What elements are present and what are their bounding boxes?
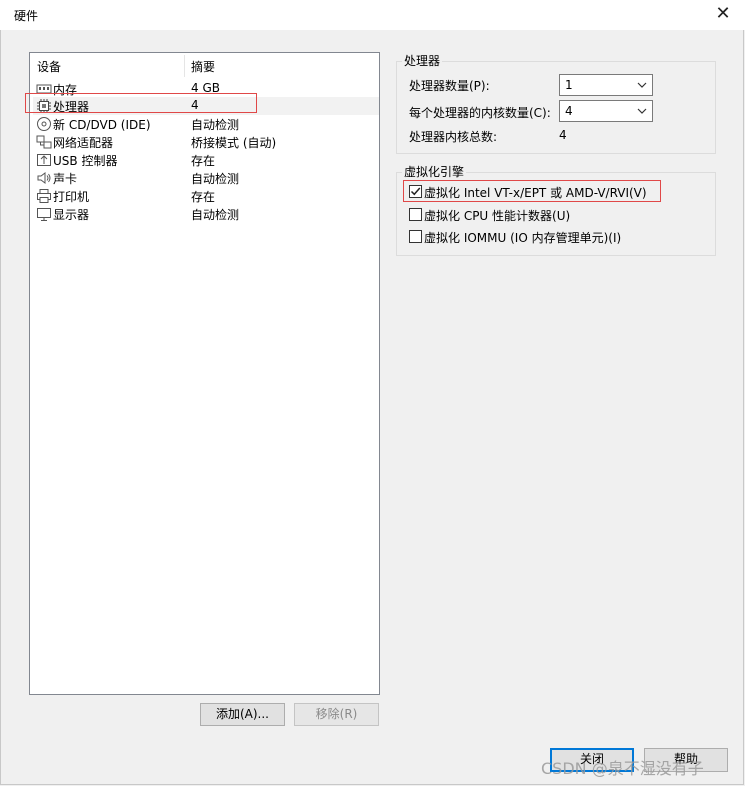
window-title: 硬件 [14, 9, 39, 23]
chevron-down-icon [637, 82, 647, 88]
column-separator[interactable] [184, 55, 185, 77]
cd-dvd-icon [37, 117, 51, 131]
total-cores-value: 4 [559, 128, 567, 142]
device-summary: 4 [191, 98, 199, 112]
device-summary: 4 GB [191, 81, 220, 95]
column-header-summary[interactable]: 摘要 [191, 53, 215, 77]
device-summary: 存在 [191, 190, 216, 204]
virtualize-cpu-counters-label: 虚拟化 CPU 性能计数器(U) [424, 209, 571, 223]
network-adapter-icon [36, 135, 52, 149]
device-summary: 自动检测 [191, 208, 240, 222]
device-row-sound-card[interactable]: 声卡 自动检测 [33, 169, 379, 187]
device-name: 处理器 [53, 100, 90, 114]
display-icon [37, 208, 51, 221]
close-window-icon[interactable]: ✕ [709, 2, 737, 28]
device-row-cd-dvd[interactable]: 新 CD/DVD (IDE) 自动检测 [33, 115, 379, 133]
device-list[interactable]: 设备 摘要 内存 4 GB 处理器 4 新 CD/DVD (IDE) 自动检测 [29, 52, 380, 695]
printer-icon [37, 189, 51, 203]
device-row-processor[interactable]: 处理器 4 [33, 97, 379, 115]
column-header-device[interactable]: 设备 [37, 53, 61, 77]
virtualize-vtx-label: 虚拟化 Intel VT-x/EPT 或 AMD-V/RVI(V) [424, 186, 647, 200]
device-row-printer[interactable]: 打印机 存在 [33, 187, 379, 205]
device-name: 声卡 [53, 172, 78, 186]
processor-count-value: 1 [565, 78, 573, 92]
device-summary: 存在 [191, 154, 216, 168]
sound-icon [37, 172, 51, 184]
device-row-display[interactable]: 显示器 自动检测 [33, 205, 379, 223]
cores-per-processor-value: 4 [565, 104, 573, 118]
add-device-button[interactable]: 添加(A)... [200, 703, 285, 726]
device-row-usb[interactable]: USB 控制器 存在 [33, 151, 379, 169]
device-name: 内存 [53, 83, 78, 97]
watermark: CSDN @泉不湿没有子 [541, 759, 704, 778]
device-name: USB 控制器 [53, 154, 118, 168]
device-name: 打印机 [53, 190, 90, 204]
cores-per-processor-label: 每个处理器的内核数量(C): [409, 106, 551, 120]
device-summary: 桥接模式 (自动) [191, 136, 277, 150]
remove-device-button[interactable]: 移除(R) [294, 703, 379, 726]
title-bar: 硬件 ✕ [0, 0, 745, 30]
memory-icon [36, 84, 52, 94]
processor-icon [37, 99, 51, 113]
checkmark-icon [410, 187, 421, 196]
total-cores-label: 处理器内核总数: [409, 130, 498, 144]
processor-count-dropdown[interactable]: 1 [559, 74, 653, 96]
chevron-down-icon [637, 108, 647, 114]
device-row-network-adapter[interactable]: 网络适配器 桥接模式 (自动) [33, 133, 379, 151]
device-summary: 自动检测 [191, 118, 240, 132]
device-row-memory[interactable]: 内存 4 GB [33, 80, 379, 98]
virtualize-iommu-checkbox[interactable] [409, 230, 422, 243]
virtualize-vtx-checkbox[interactable] [409, 185, 422, 198]
processor-count-label: 处理器数量(P): [409, 79, 490, 93]
virtualize-iommu-label: 虚拟化 IOMMU (IO 内存管理单元)(I) [424, 231, 622, 245]
cores-per-processor-dropdown[interactable]: 4 [559, 100, 653, 122]
device-name: 网络适配器 [53, 136, 114, 150]
device-summary: 自动检测 [191, 172, 240, 186]
usb-icon [37, 154, 51, 166]
virtualize-cpu-counters-checkbox[interactable] [409, 208, 422, 221]
processor-group-title: 处理器 [402, 52, 443, 69]
device-name: 新 CD/DVD (IDE) [53, 118, 151, 132]
device-name: 显示器 [53, 208, 90, 222]
virtualization-group-title: 虚拟化引擎 [402, 163, 467, 180]
